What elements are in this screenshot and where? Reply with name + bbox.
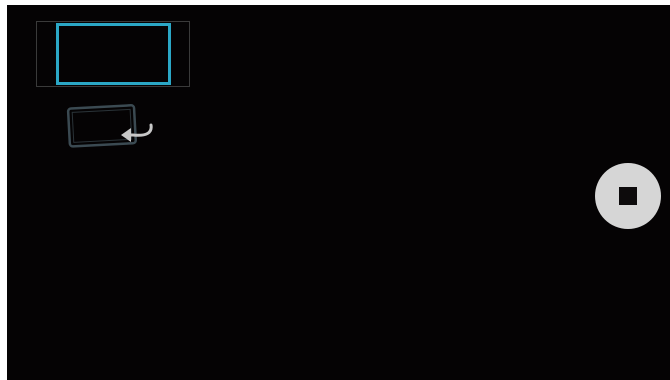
rotate-device-icon <box>66 104 153 148</box>
preview-thumbnail[interactable] <box>36 21 190 87</box>
rotate-device-button[interactable] <box>63 103 159 153</box>
preview-frame-icon <box>56 23 171 85</box>
camera-viewfinder <box>7 5 670 380</box>
stop-icon <box>619 187 637 205</box>
stop-recording-button[interactable] <box>595 163 661 229</box>
